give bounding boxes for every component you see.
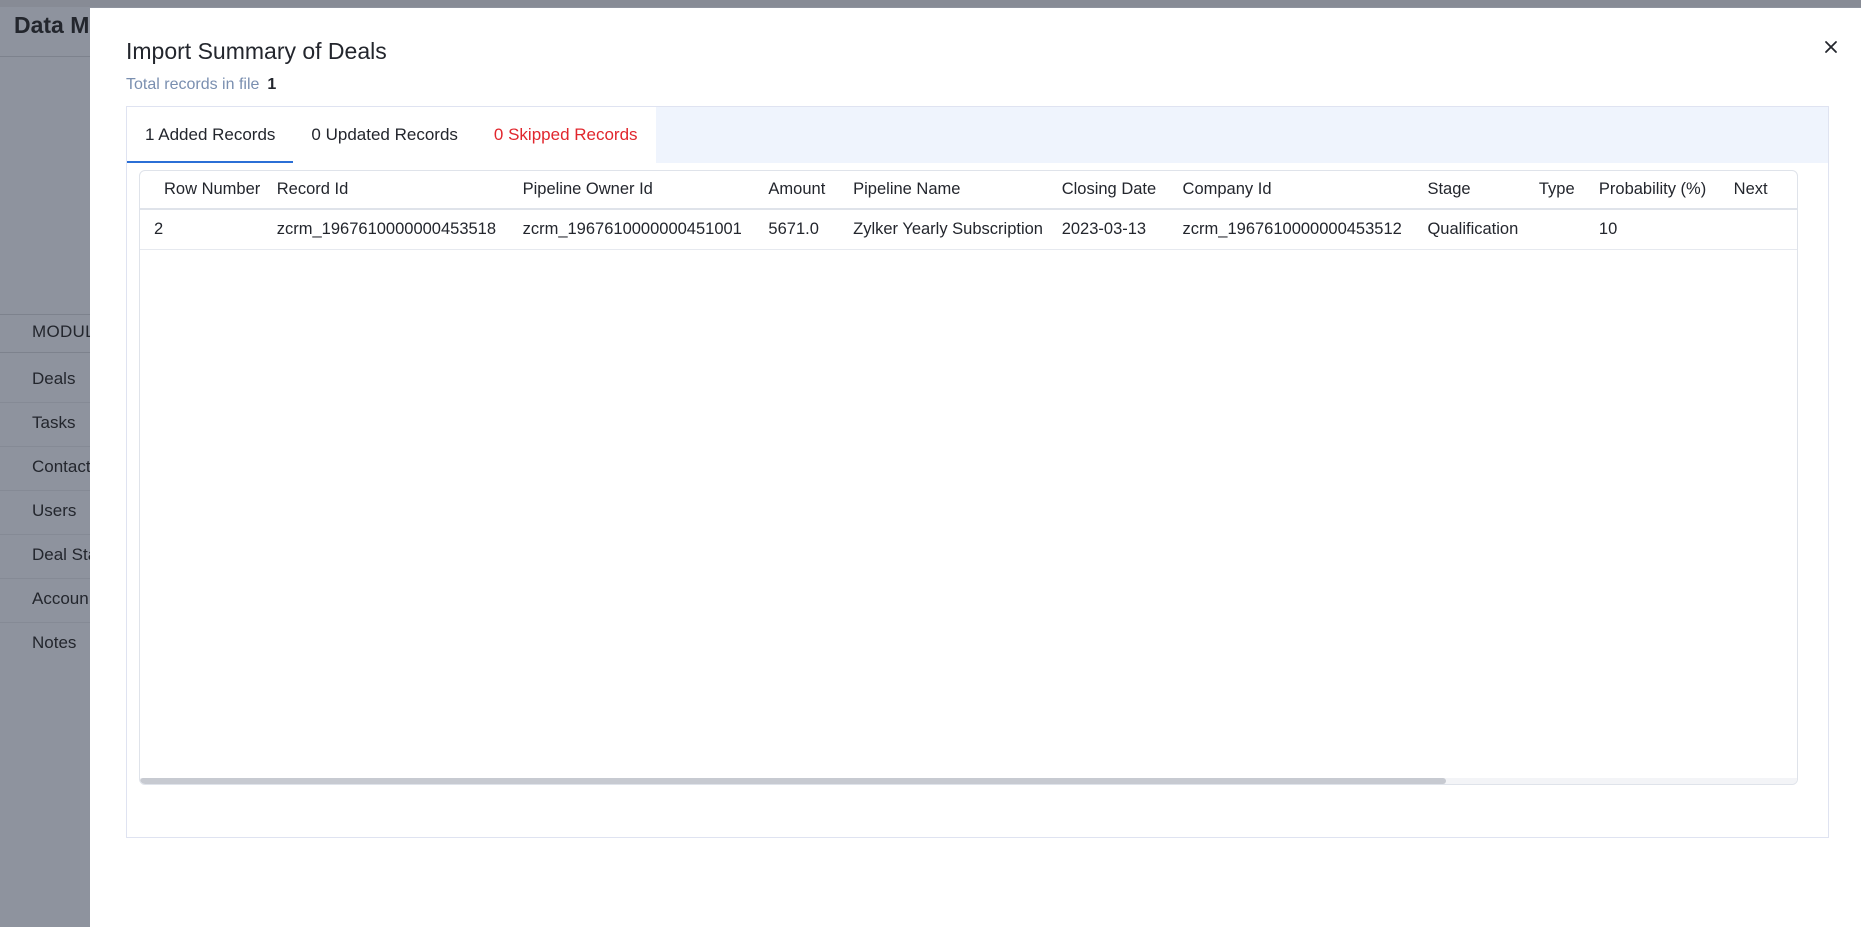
cell-stage: Qualification bbox=[1413, 209, 1525, 250]
cell-next bbox=[1719, 209, 1797, 250]
tab-added-records[interactable]: 1 Added Records bbox=[127, 107, 294, 163]
summary-panel: 1 Added Records 0 Updated Records 0 Skip… bbox=[126, 106, 1829, 838]
modules-divider-top bbox=[0, 314, 100, 315]
overlay-top-strip bbox=[0, 0, 1861, 7]
cell-amount: 5671.0 bbox=[754, 209, 840, 250]
total-records-line: Total records in file 1 bbox=[126, 76, 276, 94]
app-title: Data M bbox=[14, 12, 90, 38]
cell-row-number: 2 bbox=[140, 209, 263, 250]
module-item-accounts[interactable]: Accoun bbox=[0, 579, 100, 623]
horizontal-scrollbar-thumb[interactable] bbox=[140, 778, 1446, 784]
module-item-deal-stages[interactable]: Deal Sta bbox=[0, 535, 100, 579]
column-header-type: Type bbox=[1524, 171, 1585, 210]
column-header-pipeline-owner-id: Pipeline Owner Id bbox=[508, 171, 755, 210]
import-summary-modal: Import Summary of Deals Total records in… bbox=[90, 8, 1861, 927]
cell-type bbox=[1524, 209, 1585, 250]
module-item-tasks[interactable]: Tasks bbox=[0, 403, 100, 447]
tab-skipped-records[interactable]: 0 Skipped Records bbox=[475, 107, 656, 163]
column-header-probability: Probability (%) bbox=[1584, 171, 1720, 210]
cell-pipeline-owner-id: zcrm_1967610000000451001 bbox=[508, 209, 755, 250]
column-header-row-number: Row Number bbox=[140, 171, 263, 210]
cell-closing-date: 2023-03-13 bbox=[1047, 209, 1169, 250]
cell-pipeline-name: Zylker Yearly Subscription bbox=[839, 209, 1048, 250]
records-table-container: Row Number Record Id Pipeline Owner Id A… bbox=[139, 170, 1798, 785]
column-header-amount: Amount bbox=[754, 171, 840, 210]
modules-divider-bottom bbox=[0, 352, 100, 353]
header-divider bbox=[0, 56, 100, 57]
module-item-contacts[interactable]: Contact bbox=[0, 447, 100, 491]
records-table: Row Number Record Id Pipeline Owner Id A… bbox=[140, 171, 1797, 250]
close-button[interactable] bbox=[1816, 32, 1846, 62]
column-header-pipeline-name: Pipeline Name bbox=[839, 171, 1048, 210]
column-header-stage: Stage bbox=[1413, 171, 1525, 210]
table-header-row: Row Number Record Id Pipeline Owner Id A… bbox=[140, 171, 1797, 210]
total-records-count: 1 bbox=[267, 76, 277, 93]
modal-title: Import Summary of Deals bbox=[126, 38, 387, 64]
records-tab-bar: 1 Added Records 0 Updated Records 0 Skip… bbox=[127, 107, 1828, 163]
modules-label: MODUL bbox=[32, 322, 95, 341]
module-list: Deals Tasks Contact Users Deal Sta Accou… bbox=[0, 359, 100, 667]
total-records-label: Total records in file bbox=[126, 76, 260, 93]
horizontal-scrollbar[interactable] bbox=[140, 778, 1797, 784]
tab-updated-records[interactable]: 0 Updated Records bbox=[293, 107, 476, 163]
table-row: 2 zcrm_1967610000000453518 zcrm_19676100… bbox=[140, 209, 1797, 250]
column-header-next: Next bbox=[1719, 171, 1797, 210]
cell-record-id: zcrm_1967610000000453518 bbox=[262, 209, 509, 250]
column-header-closing-date: Closing Date bbox=[1047, 171, 1169, 210]
column-header-company-id: Company Id bbox=[1168, 171, 1414, 210]
cell-probability: 10 bbox=[1584, 209, 1720, 250]
close-icon bbox=[1825, 41, 1837, 53]
cell-company-id: zcrm_1967610000000453512 bbox=[1168, 209, 1414, 250]
module-item-notes[interactable]: Notes bbox=[0, 623, 100, 667]
module-item-deals[interactable]: Deals bbox=[0, 359, 100, 403]
column-header-record-id: Record Id bbox=[262, 171, 509, 210]
module-item-users[interactable]: Users bbox=[0, 491, 100, 535]
